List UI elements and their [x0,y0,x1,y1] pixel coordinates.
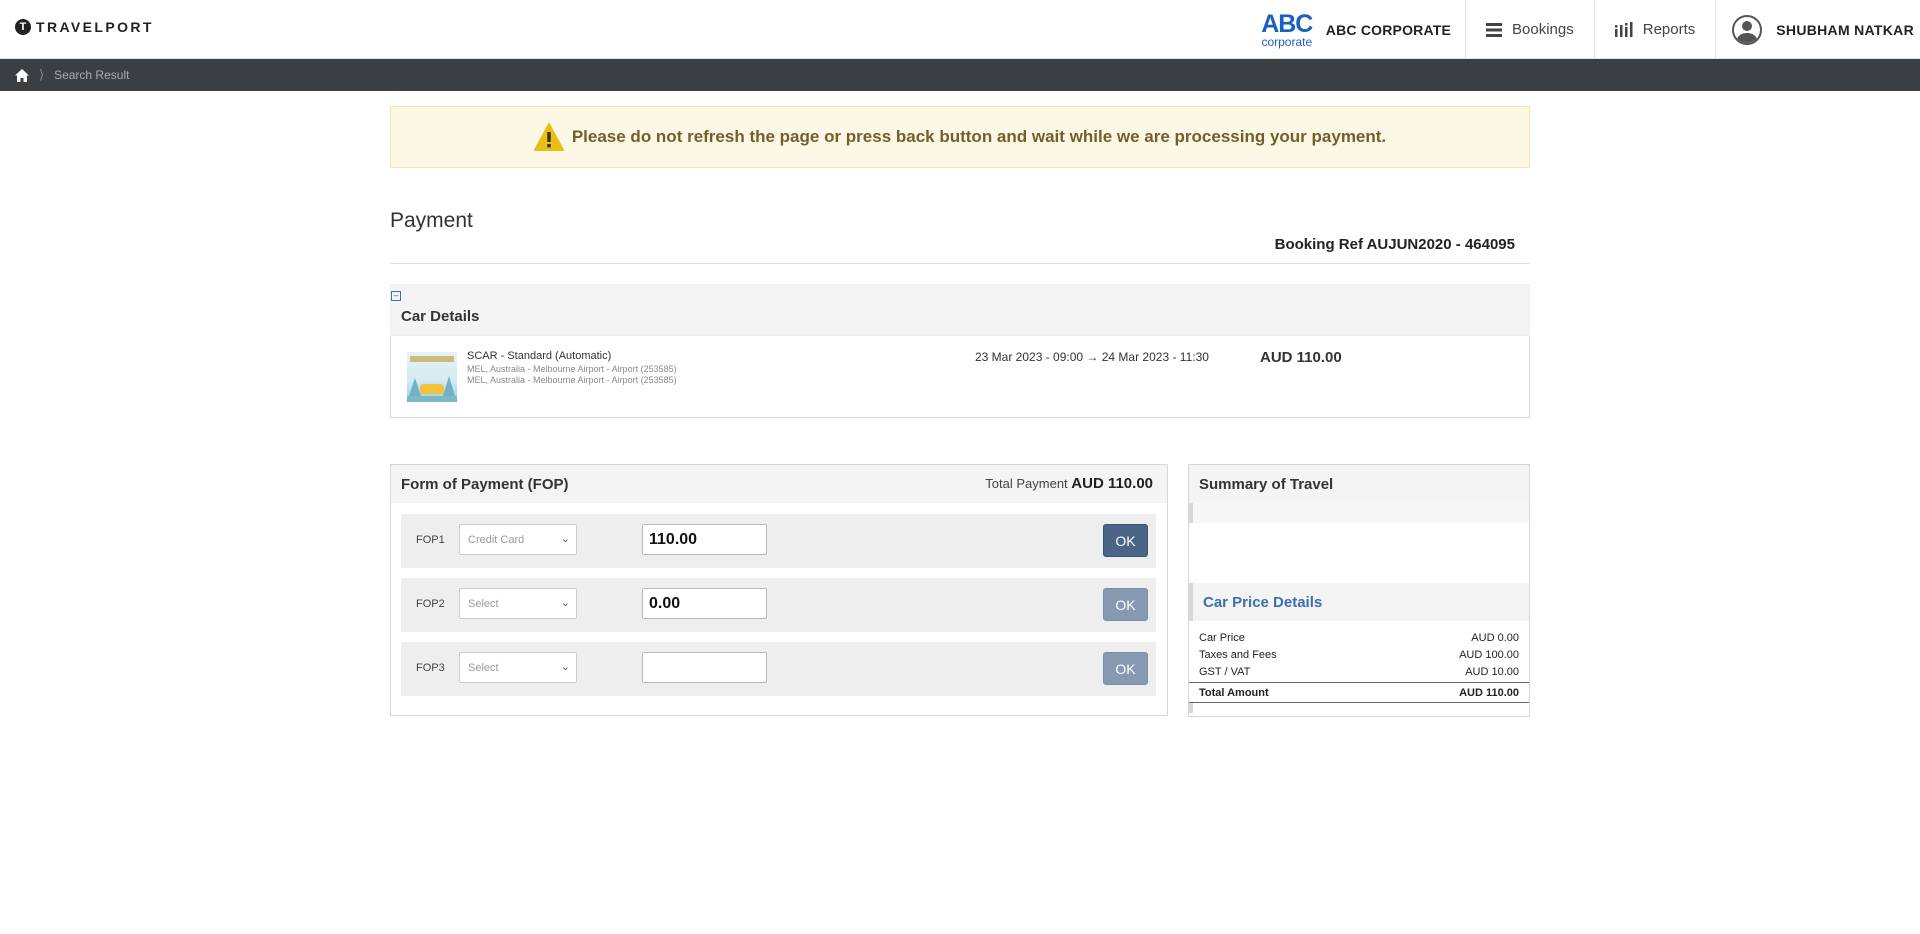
fop-label: FOP1 [416,534,445,546]
price-row-label: Taxes and Fees [1199,649,1277,661]
fop-row-2: FOP2 Select ⌄ 0.00 OK [401,578,1156,632]
fop2-amount-input[interactable]: 0.00 [642,588,767,619]
breadcrumb: ⟩ Search Result [0,59,1920,91]
fop-row-1: FOP1 Credit Card ⌄ 110.00 OK [401,514,1156,568]
price-row-value: AUD 100.00 [1459,649,1519,661]
breadcrumb-current: Search Result [54,68,130,82]
nav-bookings-label: Bookings [1512,21,1574,38]
fop2-payment-type-select[interactable]: Select ⌄ [459,588,577,619]
fop1-select-value: Credit Card [468,534,525,546]
car-name: SCAR - Standard (Automatic) [467,350,612,362]
breadcrumb-separator: ⟩ [39,67,45,82]
nav-reports-label: Reports [1642,21,1696,38]
price-row-value: AUD 10.00 [1465,666,1519,678]
warning-icon [533,123,564,151]
fop-header: Form of Payment (FOP) Total Payment AUD … [391,465,1167,503]
total-amount-label: Total Amount [1199,686,1269,699]
nav-reports[interactable]: Reports [1595,0,1717,59]
fop-title: Form of Payment (FOP) [401,476,569,493]
total-payment: Total Payment AUD 110.00 [985,475,1153,492]
user-name: SHUBHAM NATKAR [1776,21,1914,38]
car-pickup-location: MEL, Australia - Melbourne Airport - Air… [467,364,677,374]
avatar-icon [1732,14,1763,45]
alert-message: Please do not refresh the page or press … [571,127,1387,146]
fop1-amount-input[interactable]: 110.00 [642,524,767,555]
corporate-account[interactable]: ABC corporate ABC CORPORATE [1258,0,1467,59]
car-details-body: SCAR - Standard (Automatic) MEL, Austral… [390,336,1530,418]
fop3-ok-button[interactable]: OK [1103,652,1148,685]
fop-row-3: FOP3 Select ⌄ OK [401,642,1156,696]
summary-header: Summary of Travel [1189,465,1529,503]
abc-corporate-logo: ABC corporate [1258,11,1316,49]
fop-label: FOP3 [416,662,445,674]
price-total-row: Total Amount AUD 110.00 [1189,682,1529,703]
car-dropoff-location: MEL, Australia - Melbourne Airport - Air… [467,375,677,385]
main-nav: ABC corporate ABC CORPORATE Bookings Rep… [1258,0,1920,59]
home-icon[interactable] [15,68,29,82]
chevron-down-icon: ⌄ [560,597,570,609]
fop3-payment-type-select[interactable]: Select ⌄ [459,652,577,683]
corp-name: ABC CORPORATE [1325,21,1452,38]
total-amount-value: AUD 110.00 [1459,686,1519,699]
summary-spacer [1189,503,1529,523]
car-description: SCAR - Standard (Automatic) MEL, Austral… [467,350,677,386]
fop2-ok-button[interactable]: OK [1103,588,1148,621]
payment-warning-alert: Please do not refresh the page or press … [390,106,1530,168]
brand-name: TRAVELPORT [36,19,154,35]
car-details-header: – Car Details [390,284,1530,336]
car-rental-dates: 23 Mar 2023 - 09:00 → 24 Mar 2023 - 11:3… [975,350,1209,364]
bar-chart-icon [1614,22,1633,37]
booking-reference: Booking Ref AUJUN2020 - 464095 [1274,236,1515,253]
corp-logo-small: corporate [1261,34,1313,49]
user-menu[interactable]: SHUBHAM NATKAR [1716,0,1920,59]
fop1-ok-button[interactable]: OK [1103,524,1148,557]
car-details-section: – Car Details SCAR - Standard (Automatic… [390,284,1530,418]
total-payment-label: Total Payment [985,476,1068,491]
fop3-select-value: Select [468,662,499,674]
chevron-down-icon: ⌄ [560,533,570,545]
car-details-title: Car Details [401,308,480,325]
summary-title: Summary of Travel [1199,476,1334,493]
price-row-gst: GST / VAT AUD 10.00 [1199,666,1519,678]
price-row-label: Car Price [1199,632,1245,644]
car-price-details-header: Car Price Details [1189,583,1529,621]
price-row-taxes: Taxes and Fees AUD 100.00 [1199,649,1519,661]
travelport-logo[interactable]: T TRAVELPORT [15,19,154,35]
price-row-label: GST / VAT [1199,666,1251,678]
collapse-icon[interactable]: – [391,291,401,301]
price-row-value: AUD 0.00 [1471,632,1519,644]
divider [390,263,1530,264]
summary-of-travel-panel: Summary of Travel Car Price Details Car … [1188,464,1530,717]
car-price: AUD 110.00 [1260,349,1342,366]
corp-logo-big: ABC [1261,9,1313,38]
nav-bookings[interactable]: Bookings [1466,0,1595,59]
fop-label: FOP2 [416,598,445,610]
fop2-select-value: Select [468,598,499,610]
chevron-down-icon: ⌄ [560,661,570,673]
summary-footer [1189,703,1529,713]
top-navbar: T TRAVELPORT ABC corporate ABC CORPORATE… [0,0,1920,59]
fop3-amount-input[interactable] [642,652,767,683]
page-title: Payment [390,209,473,232]
car-image [407,352,457,402]
car-price-details-title: Car Price Details [1203,594,1323,611]
menu-icon [1486,22,1503,37]
total-payment-value: AUD 110.00 [1071,475,1153,492]
fop1-payment-type-select[interactable]: Credit Card ⌄ [459,524,577,555]
price-row-car-price: Car Price AUD 0.00 [1199,632,1519,644]
main-content: Please do not refresh the page or press … [390,106,1530,717]
travelport-logo-icon: T [15,19,31,35]
form-of-payment-panel: Form of Payment (FOP) Total Payment AUD … [390,464,1168,716]
